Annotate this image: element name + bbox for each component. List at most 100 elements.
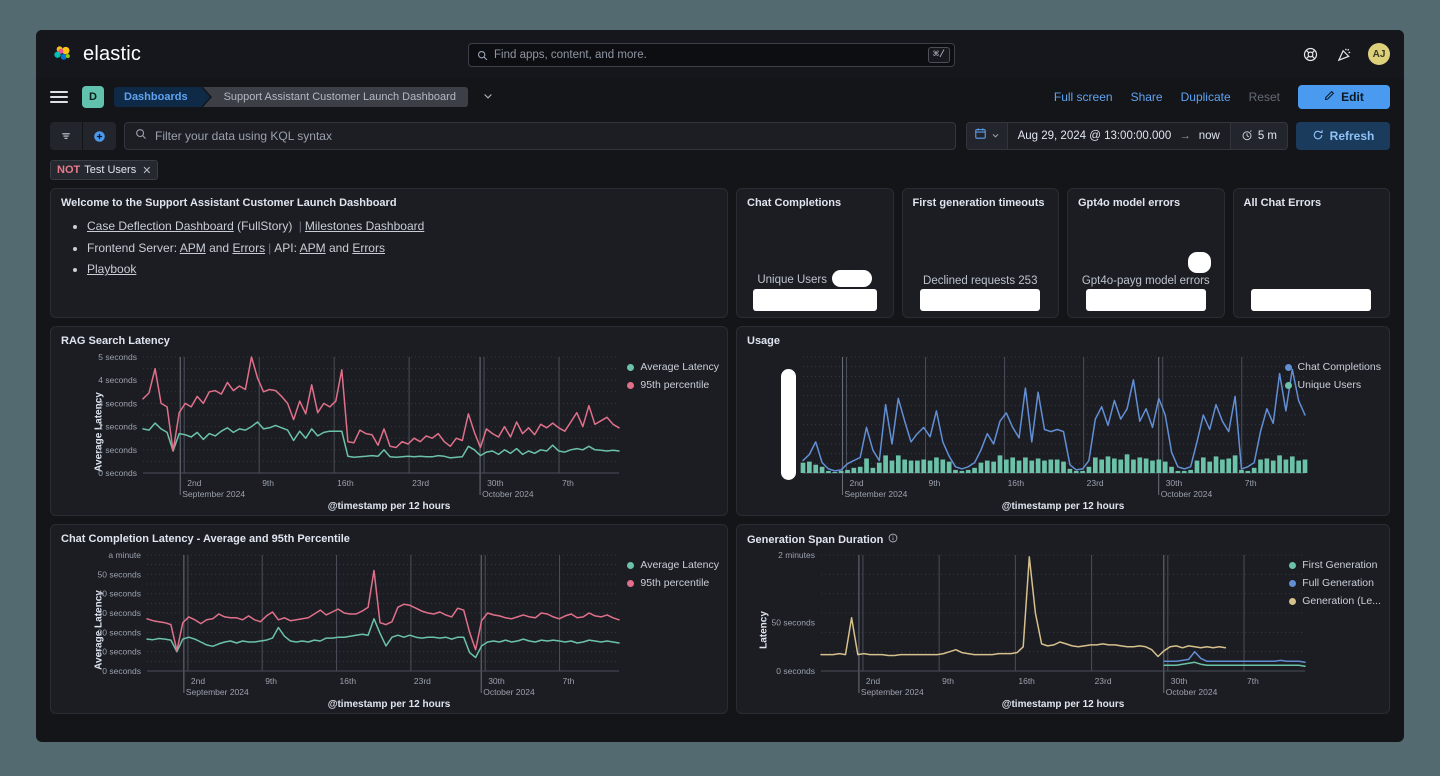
panel-generation-span-duration: Generation Span Duration Latency 0 secon…	[736, 524, 1390, 714]
app-badge: D	[82, 86, 104, 108]
kql-query-bar[interactable]	[124, 122, 956, 150]
chevron-down-icon	[991, 127, 1000, 145]
add-filter-icon[interactable]	[83, 122, 116, 150]
date-quick-select-button[interactable]	[967, 123, 1008, 149]
svg-text:10 seconds: 10 seconds	[98, 647, 141, 657]
legend-item[interactable]: Generation (Le...	[1289, 595, 1381, 607]
svg-text:7th: 7th	[1247, 676, 1259, 686]
link-playbook[interactable]: Playbook	[87, 262, 136, 276]
chart-legend: Average Latency 95th percentile	[627, 361, 719, 391]
filter-pill-test-users[interactable]: NOT Test Users ✕	[50, 160, 158, 180]
legend-item[interactable]: Average Latency	[627, 361, 719, 373]
svg-text:September 2024: September 2024	[844, 489, 907, 499]
announcement-icon[interactable]	[1334, 44, 1354, 64]
link-api-apm[interactable]: APM	[300, 241, 326, 255]
panel-usage: Usage Chat Completions 2ndSeptember 2024…	[736, 326, 1390, 516]
legend-label: Chat Completions	[1298, 361, 1381, 373]
svg-text:2 seconds: 2 seconds	[98, 422, 137, 432]
svg-text:0 seconds: 0 seconds	[98, 468, 137, 478]
svg-text:9th: 9th	[942, 676, 954, 686]
chart-area: Chat Completions 2ndSeptember 20249th16t…	[737, 349, 1389, 515]
legend-item[interactable]: 95th percentile	[627, 577, 719, 589]
help-icon[interactable]	[1300, 44, 1320, 64]
date-arrow-icon: →	[1179, 130, 1191, 142]
filter-negate-label: NOT	[57, 164, 80, 176]
legend-label: Generation (Le...	[1302, 595, 1381, 607]
hamburger-menu-icon[interactable]	[50, 91, 68, 103]
refresh-button[interactable]: Refresh	[1296, 122, 1390, 150]
query-bar: Aug 29, 2024 @ 13:00:00.000 → now 5 m	[36, 116, 1404, 156]
date-to[interactable]: now	[1199, 130, 1220, 142]
breadcrumb-item-dashboards[interactable]: Dashboards	[114, 87, 202, 107]
svg-text:1 seconds: 1 seconds	[98, 445, 137, 455]
chart-area: Average Latency 0 seconds10 seconds20 se…	[51, 547, 727, 713]
svg-text:October 2024: October 2024	[483, 687, 535, 697]
refresh-interval-button[interactable]: 5 m	[1230, 123, 1287, 149]
date-range-display[interactable]: Aug 29, 2024 @ 13:00:00.000 → now	[1008, 123, 1230, 149]
date-from[interactable]: Aug 29, 2024 @ 13:00:00.000	[1018, 130, 1172, 142]
breadcrumb-item-current[interactable]: Support Assistant Customer Launch Dashbo…	[212, 87, 468, 107]
svg-text:7th: 7th	[562, 478, 574, 488]
link-frontend-apm[interactable]: APM	[180, 241, 206, 255]
search-input[interactable]	[488, 49, 928, 61]
panel-title: Usage	[737, 327, 1389, 347]
kql-input[interactable]	[155, 129, 945, 143]
legend-label: Average Latency	[640, 361, 719, 373]
global-header: elastic ⌘/	[36, 30, 1404, 78]
brand[interactable]: elastic	[52, 43, 141, 66]
legend-color-dot	[627, 580, 634, 587]
svg-text:16th: 16th	[337, 478, 354, 488]
list-item: Playbook	[87, 260, 717, 279]
legend-item[interactable]: First Generation	[1289, 559, 1381, 571]
link-api-errors[interactable]: Errors	[352, 241, 385, 255]
link-frontend-errors[interactable]: Errors	[232, 241, 265, 255]
redaction-overlay	[753, 289, 877, 311]
legend-item[interactable]: Unique Users	[1285, 379, 1381, 391]
full-screen-button[interactable]: Full screen	[1054, 90, 1113, 104]
dashboard-row-3: Chat Completion Latency - Average and 95…	[50, 524, 1390, 714]
close-icon[interactable]: ✕	[142, 164, 151, 177]
legend-item[interactable]: Full Generation	[1289, 577, 1381, 589]
panel-title: Welcome to the Support Assistant Custome…	[51, 189, 727, 209]
filter-list-icon[interactable]	[50, 122, 83, 150]
duplicate-button[interactable]: Duplicate	[1181, 90, 1231, 104]
chevron-down-icon[interactable]	[482, 90, 494, 105]
metric-label: Declined requests	[923, 275, 1015, 287]
legend-item[interactable]: Chat Completions	[1285, 361, 1381, 373]
reset-button: Reset	[1249, 90, 1280, 104]
metric-label: Gpt4o-payg model errors	[1082, 275, 1210, 287]
share-button[interactable]: Share	[1131, 90, 1163, 104]
edit-button[interactable]: Edit	[1298, 85, 1390, 109]
panel-first-generation-timeouts: First generation timeouts Declined reque…	[902, 188, 1060, 318]
link-case-deflection-dashboard[interactable]: Case Deflection Dashboard	[87, 219, 234, 233]
dashboard-toolbar: Full screen Share Duplicate Reset Edit	[1054, 78, 1390, 116]
redaction-overlay	[1086, 289, 1206, 311]
chart-area: Latency 0 seconds50 seconds2 minutes2ndS…	[737, 547, 1389, 713]
metric-label-row: Unique Users	[757, 270, 872, 287]
svg-text:October 2024: October 2024	[1161, 489, 1213, 499]
clock-icon	[1241, 129, 1253, 144]
link-milestones-dashboard[interactable]: Milestones Dashboard	[305, 219, 424, 233]
breadcrumb: Dashboards Support Assistant Customer La…	[114, 87, 468, 107]
svg-text:40 seconds: 40 seconds	[98, 589, 141, 599]
info-icon[interactable]	[888, 533, 898, 546]
list-item: Case Deflection Dashboard (FullStory) |M…	[87, 217, 717, 236]
redaction-overlay	[1188, 252, 1211, 273]
svg-text:7th: 7th	[563, 676, 575, 686]
panel-title: All Chat Errors	[1234, 189, 1390, 209]
filter-buttons	[50, 122, 116, 150]
global-search[interactable]: ⌘/	[468, 43, 955, 67]
search-shortcut-badge: ⌘/	[928, 47, 950, 63]
legend-color-dot	[1289, 562, 1296, 569]
legend-item[interactable]: Average Latency	[627, 559, 719, 571]
svg-text:October 2024: October 2024	[1166, 687, 1218, 697]
svg-text:9th: 9th	[929, 478, 941, 488]
legend-item[interactable]: 95th percentile	[627, 379, 719, 391]
pencil-icon	[1324, 90, 1335, 104]
svg-text:20 seconds: 20 seconds	[98, 627, 141, 637]
svg-text:16th: 16th	[1018, 676, 1035, 686]
metric-body: Gpt4o-payg model errors	[1068, 275, 1224, 311]
avatar[interactable]: AJ	[1368, 43, 1390, 65]
elastic-logo-icon	[52, 43, 74, 65]
dashboard-grid: Welcome to the Support Assistant Custome…	[36, 184, 1404, 742]
